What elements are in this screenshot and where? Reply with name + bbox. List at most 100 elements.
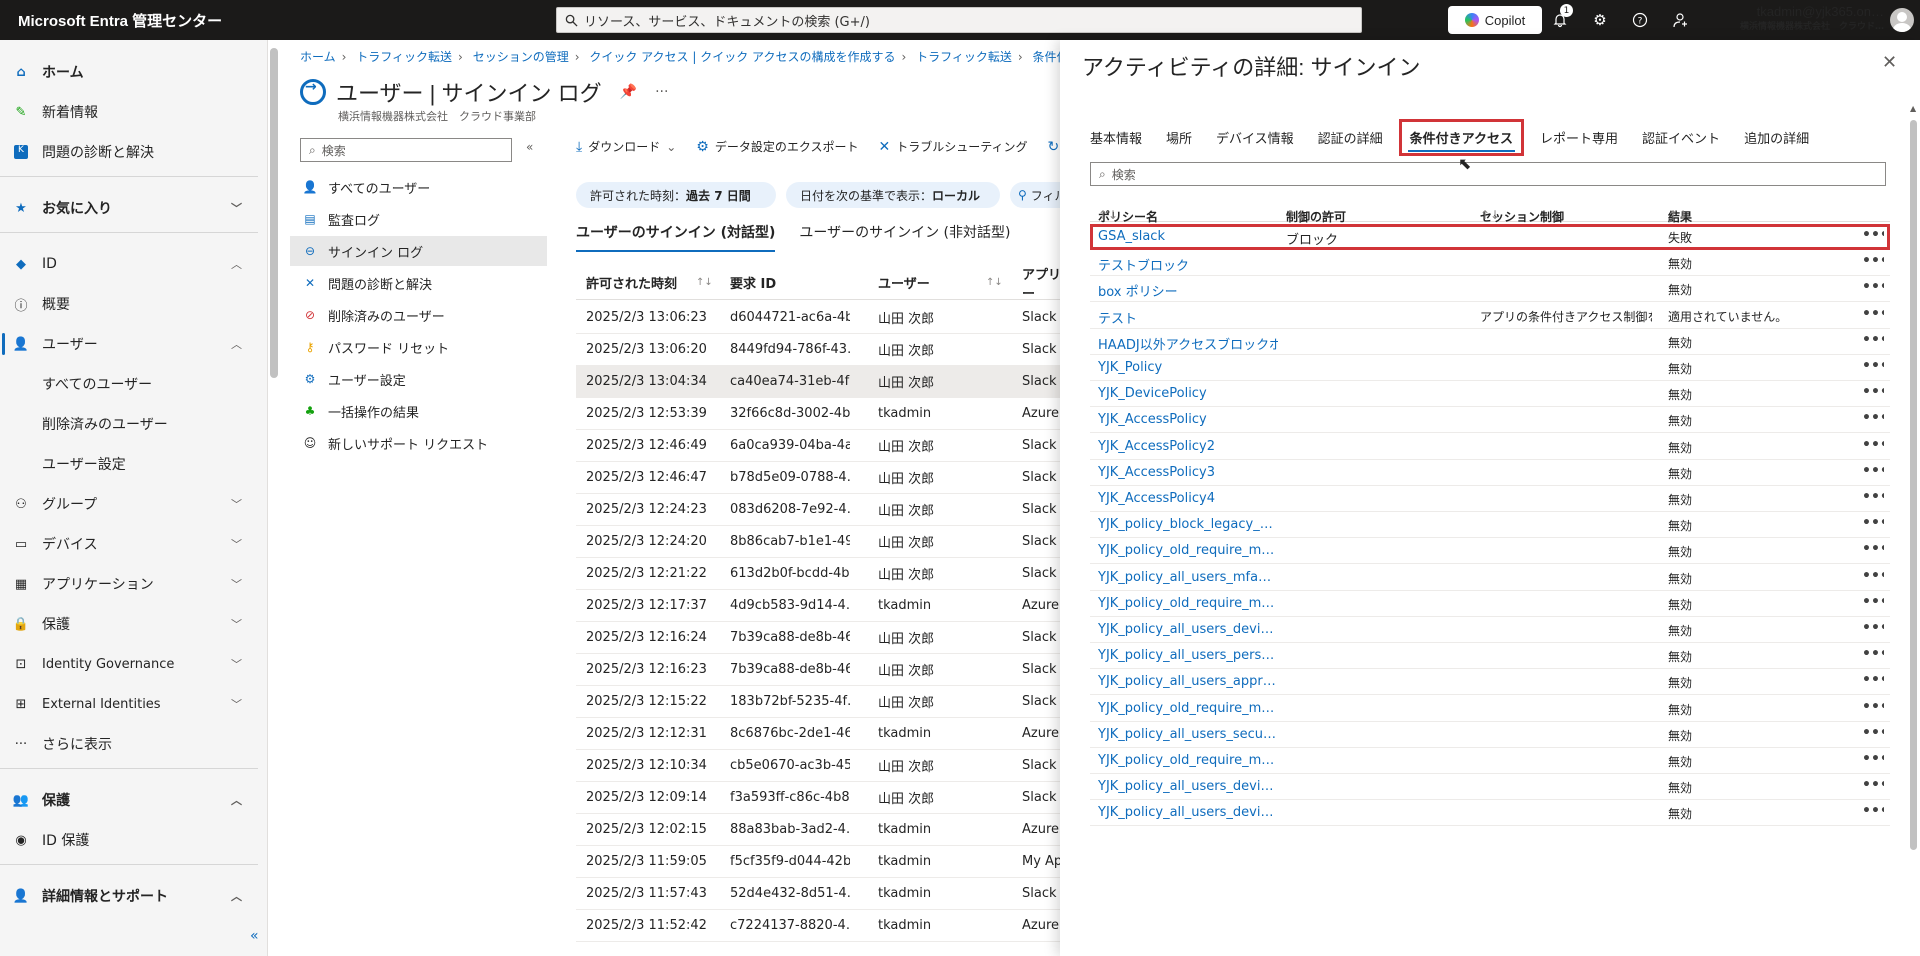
nav-home[interactable]: ⌂ ホーム	[0, 56, 258, 88]
policy-row[interactable]: テストブロック 無効 •••	[1090, 250, 1890, 277]
table-row[interactable]: 2025/2/3 12:16:24 7b39ca88-de8b-46… 山田 次郎 S…	[576, 622, 1060, 654]
col-user[interactable]: ユーザー	[878, 273, 988, 292]
nav-learn-support[interactable]: 👤 詳細情報とサポート ︿	[0, 880, 258, 912]
policy-row[interactable]: YJK_policy_block_legacy_… 無効 •••	[1090, 512, 1890, 539]
policy-name-link[interactable]: YJK_AccessPolicy3	[1098, 465, 1278, 480]
row-more-button[interactable]: •••	[1862, 515, 1884, 531]
policy-name-link[interactable]: YJK_AccessPolicy4	[1098, 491, 1278, 506]
row-more-button[interactable]: •••	[1862, 489, 1884, 505]
policy-row[interactable]: HAADJ以外アクセスブロックポリ… 無効 •••	[1090, 329, 1890, 355]
policy-row[interactable]: YJK_policy_old_require_m… 無効 •••	[1090, 591, 1890, 617]
collapse-menu-button[interactable]: «	[526, 140, 533, 154]
row-more-button[interactable]: •••	[1862, 332, 1884, 348]
table-row[interactable]: 2025/2/3 12:17:37 4d9cb583-9d14-4… tkadmin…	[576, 590, 1060, 622]
row-more-button[interactable]: •••	[1862, 620, 1884, 636]
row-more-button[interactable]: •••	[1862, 463, 1884, 479]
row-more-button[interactable]: •••	[1862, 306, 1884, 322]
nav-protection[interactable]: 🔒 保護 ﹀	[0, 608, 258, 640]
policy-row[interactable]: テスト アプリの条件付きアクセス制御を… 適用されていません。 •••	[1090, 303, 1890, 329]
nav-identity-governance[interactable]: ⊡ Identity Governance ﹀	[0, 648, 258, 680]
breadcrumb-item[interactable]: 条件付きアク	[1033, 50, 1061, 64]
feedback-icon[interactable]	[1670, 10, 1690, 30]
nav-identity[interactable]: ◆ ID ︿	[0, 248, 258, 280]
policy-name-link[interactable]: YJK_policy_all_users_secu…	[1098, 727, 1278, 742]
col-request-id[interactable]: 要求 ID	[730, 273, 850, 292]
menu-audit-logs[interactable]: ▤ 監査ログ	[290, 204, 547, 234]
tab-basic-info[interactable]: 基本情報	[1090, 124, 1142, 151]
table-row[interactable]: 2025/2/3 11:57:43 52d4e432-8d51-4… tkadmin…	[576, 878, 1060, 910]
avatar[interactable]	[1890, 8, 1914, 32]
tab-conditional-access[interactable]: 条件付きアクセス	[1398, 118, 1525, 156]
tab-interactive[interactable]: ユーザーのサインイン (対話型)	[576, 222, 776, 252]
row-more-button[interactable]: •••	[1862, 672, 1884, 688]
tab-auth-events[interactable]: 認証イベント	[1642, 124, 1720, 151]
nav-id-protection[interactable]: ◉ ID 保護	[0, 824, 258, 856]
policy-row[interactable]: YJK_AccessPolicy4 無効 •••	[1090, 486, 1890, 512]
row-more-button[interactable]: •••	[1862, 803, 1884, 819]
table-row[interactable]: 2025/2/3 12:09:14 f3a593ff-c86c-4b8… 山田 次郎…	[576, 782, 1060, 814]
row-more-button[interactable]: •••	[1862, 777, 1884, 793]
panel-scrollbar[interactable]	[1910, 120, 1917, 850]
tab-location[interactable]: 場所	[1166, 124, 1192, 151]
table-row[interactable]: 2025/2/3 11:59:05 f5cf35f9-d044-42b… tkadm…	[576, 846, 1060, 878]
policy-name-link[interactable]: YJK_AccessPolicy	[1098, 412, 1278, 427]
nav-show-more[interactable]: ··· さらに表示	[0, 728, 258, 760]
nav-devices[interactable]: ▭ デバイス ﹀	[0, 528, 258, 560]
help-icon[interactable]: ?	[1630, 10, 1650, 30]
table-row[interactable]: 2025/2/3 12:10:34 cb5e0670-ac3b-45… 山田 次郎 S…	[576, 750, 1060, 782]
table-row[interactable]: 2025/2/3 12:15:22 183b72bf-5235-4f… 山田 次郎 S…	[576, 686, 1060, 718]
row-more-button[interactable]: •••	[1862, 279, 1884, 295]
menu-support-request[interactable]: ☺ 新しいサポート リクエスト	[290, 428, 547, 458]
policy-name-link[interactable]: YJK_policy_all_users_devi…	[1098, 622, 1278, 637]
policy-row[interactable]: YJK_policy_old_require_m… 無効 •••	[1090, 748, 1890, 774]
nav-external-identities[interactable]: ⊞ External Identities ﹀	[0, 688, 258, 720]
table-row[interactable]: 2025/2/3 12:46:47 b78d5e09-0788-4… 山田 次郎 Sl…	[576, 462, 1060, 494]
policy-search-input[interactable]: ⌕ 検索	[1090, 162, 1886, 186]
policy-row[interactable]: YJK_policy_all_users_mfa… 無効 •••	[1090, 565, 1890, 591]
close-icon[interactable]: ✕	[1882, 52, 1897, 73]
blade-menu-search[interactable]: ⌕ 検索	[300, 138, 512, 162]
menu-signin-logs[interactable]: ⊖ サインイン ログ	[290, 236, 547, 266]
download-button[interactable]: ⤓ ダウンロード ⌄	[576, 138, 676, 155]
nav-users[interactable]: 👤 ユーザー ︿	[0, 328, 258, 360]
menu-deleted-users[interactable]: ⊘ 削除済みのユーザー	[290, 300, 547, 330]
tab-report-only[interactable]: レポート専用	[1540, 124, 1618, 151]
filter-time-pill[interactable]: 許可された時刻： 過去 7 日間	[576, 182, 776, 208]
row-more-button[interactable]: •••	[1862, 253, 1884, 269]
policy-name-link[interactable]: テスト	[1098, 308, 1278, 327]
pin-icon[interactable]: 📌	[620, 84, 637, 100]
policy-row[interactable]: YJK_policy_all_users_secu… 無効 •••	[1090, 722, 1890, 748]
policy-name-link[interactable]: HAADJ以外アクセスブロックポリ…	[1098, 334, 1278, 353]
policy-row[interactable]: GSA_slack ブロック 失敗 •••	[1090, 224, 1890, 250]
table-row[interactable]: 2025/2/3 12:24:23 083d6208-7e92-4… 山田 次郎 Sl…	[576, 494, 1060, 526]
policy-name-link[interactable]: YJK_policy_all_users_mfa…	[1098, 570, 1278, 585]
row-more-button[interactable]: •••	[1862, 384, 1884, 400]
policy-name-link[interactable]: YJK_policy_block_legacy_…	[1098, 517, 1278, 532]
table-row[interactable]: 2025/2/3 12:53:39 32f66c8d-3002-4b… tkadmi…	[576, 398, 1060, 430]
table-row[interactable]: 2025/2/3 12:46:49 6a0ca939-04ba-4a… 山田 次郎 S…	[576, 430, 1060, 462]
policy-row[interactable]: YJK_AccessPolicy 無効 •••	[1090, 407, 1890, 434]
breadcrumb-item[interactable]: トラフィック転送	[356, 50, 452, 64]
table-row[interactable]: 2025/2/3 13:06:20 8449fd94-786f-43… 山田 次郎 S…	[576, 334, 1060, 366]
tab-device-info[interactable]: デバイス情報	[1216, 124, 1294, 151]
policy-name-link[interactable]: YJK_policy_old_require_m…	[1098, 596, 1278, 611]
nav-favorites[interactable]: ★ お気に入り ﹀	[0, 192, 258, 224]
table-row[interactable]: 2025/2/3 12:24:20 8b86cab7-b1e1-49… 山田 次郎 S…	[576, 526, 1060, 558]
row-more-button[interactable]: •••	[1862, 594, 1884, 610]
tab-non-interactive[interactable]: ユーザーのサインイン (非対話型)	[799, 222, 1010, 252]
copilot-button[interactable]: Copilot	[1448, 6, 1542, 34]
row-more-button[interactable]: •••	[1862, 725, 1884, 741]
policy-row[interactable]: box ポリシー 無効 •••	[1090, 276, 1890, 303]
row-more-button[interactable]: •••	[1862, 410, 1884, 426]
export-settings-button[interactable]: ⚙ データ設定のエクスポート	[696, 138, 858, 155]
row-more-button[interactable]: •••	[1862, 751, 1884, 767]
menu-bulk-results[interactable]: ♣ 一括操作の結果	[290, 396, 547, 426]
add-filter-pill[interactable]: ⚲ フィル	[1010, 182, 1067, 208]
tab-auth-details[interactable]: 認証の詳細	[1318, 124, 1383, 151]
policy-row[interactable]: YJK_policy_old_require_m… 無効 •••	[1090, 696, 1890, 722]
gear-icon[interactable]: ⚙	[1590, 10, 1610, 30]
table-row[interactable]: 2025/2/3 13:04:34 ca40ea74-31eb-4f… 山田 次郎 S…	[576, 366, 1060, 398]
menu-all-users[interactable]: 👤 すべてのユーザー	[290, 172, 547, 202]
policy-name-link[interactable]: テストブロック	[1098, 255, 1278, 274]
nav-all-users[interactable]: すべてのユーザー	[0, 368, 258, 400]
